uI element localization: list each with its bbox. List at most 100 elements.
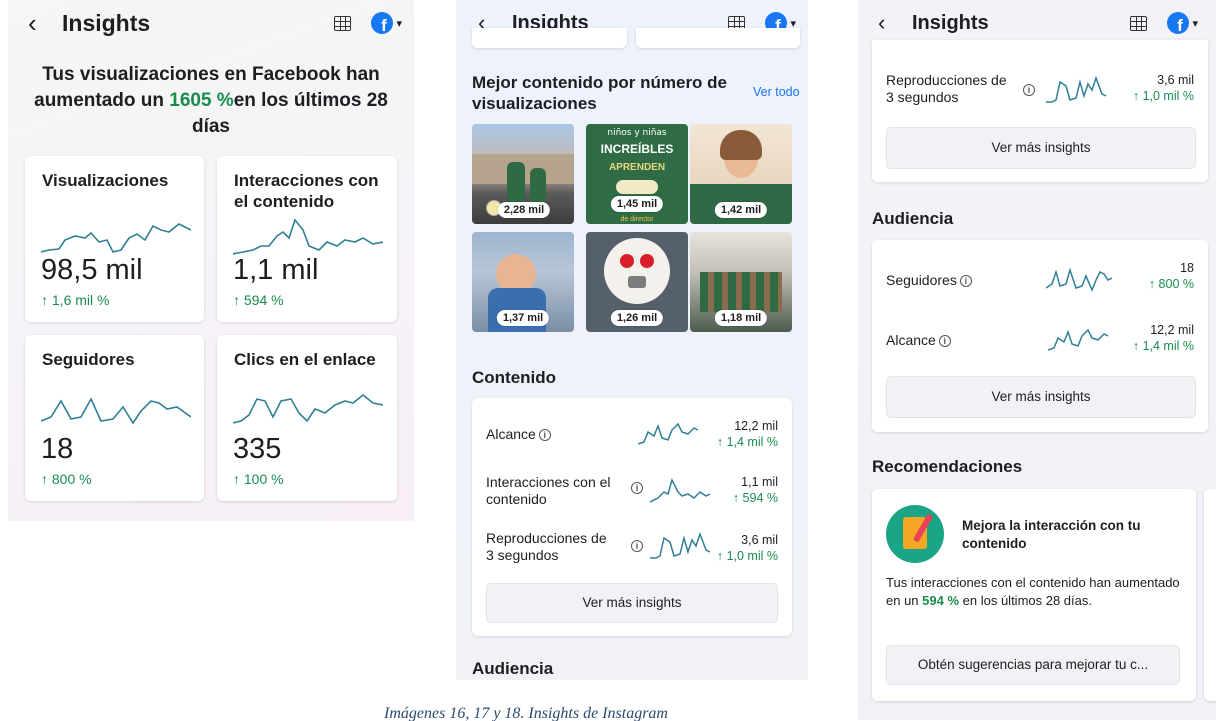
poster-text: INCREÍBLES (600, 142, 674, 156)
metric-title: Visualizaciones (42, 171, 169, 190)
recommendation-heading: Mejora la interacción con tu contenido (962, 518, 1141, 551)
row-change: ↑ 594 % (732, 491, 778, 505)
metric-title: Seguidores (42, 350, 135, 369)
link-clicks-sparkline (233, 393, 383, 424)
row-label: Alcance (886, 332, 936, 348)
recommendation-card[interactable]: Mejora la interacción con tu contenido T… (872, 489, 1196, 701)
metric-row-value: 12,2 mil ↑ 1,4 mil % (717, 418, 778, 450)
metric-row-followers[interactable]: Seguidores i (886, 272, 972, 289)
content-thumbnail[interactable]: 1,18 mil (690, 232, 792, 332)
account-switcher[interactable]: f ▾ (371, 12, 402, 34)
audience-section-title: Audiencia (472, 659, 554, 678)
metric-value: 18 (41, 433, 74, 465)
content-thumbnail[interactable]: niños y niñas INCREÍBLES APRENDEN 1,45 m… (586, 124, 688, 224)
row-change: ↑ 1,4 mil % (1132, 339, 1194, 353)
header-bar: ‹ Insights f ▾ (8, 0, 414, 46)
metric-row-value: 12,2 mil ↑ 1,4 mil % (1133, 322, 1194, 354)
metric-row-value: 18 ↑ 800 % (1149, 260, 1194, 292)
back-icon[interactable]: ‹ (28, 10, 52, 36)
metric-row-reach[interactable]: Alcance i (486, 426, 551, 443)
see-more-insights-button[interactable]: Ver más insights (486, 583, 778, 623)
row-value: 12,2 mil (1150, 323, 1194, 337)
row-change: ↑ 1,0 mil % (716, 549, 778, 563)
interactions-sparkline (233, 218, 383, 255)
metric-card-link-clicks[interactable]: Clics en el enlace 335 ↑ 100 % (217, 335, 397, 501)
metric-row-value: 3,6 mil ↑ 1,0 mil % (1133, 72, 1194, 104)
metric-title: Interacciones con el contenido (234, 171, 379, 211)
reach-sparkline (1048, 328, 1108, 351)
reach-sparkline (638, 422, 698, 445)
poster-text: APRENDEN (608, 162, 666, 173)
previous-card-edge (472, 28, 627, 48)
row-label: Alcance (486, 426, 536, 442)
followers-sparkline (41, 397, 191, 425)
content-metrics-card: Alcance i 12,2 mil ↑ 1,4 mil % Interaccion… (472, 398, 792, 636)
plays-sparkline (1046, 75, 1107, 103)
chevron-down-icon: ▾ (396, 17, 402, 30)
metric-row-3s-plays[interactable]: Reproducciones de 3 segundos (886, 72, 1016, 106)
account-switcher[interactable]: f ▾ (1167, 12, 1198, 34)
info-icon[interactable]: i (631, 482, 643, 494)
thumbnail-views-badge: 1,18 mil (714, 310, 768, 326)
views-sparkline (41, 223, 191, 253)
metric-card-views[interactable]: Visualizaciones 98,5 mil ↑ 1,6 mil % (25, 156, 204, 322)
facebook-icon: f (1167, 12, 1190, 34)
page-title: Insights (62, 9, 151, 36)
table-icon[interactable] (334, 15, 352, 31)
back-icon[interactable]: ‹ (878, 12, 902, 34)
next-recommendation-card-edge[interactable] (1204, 489, 1216, 701)
content-thumbnail[interactable]: 1,26 mil (586, 232, 688, 332)
audience-card: Seguidores i 18 ↑ 800 % Alcance i 12,2 mil ↑… (872, 240, 1208, 432)
metric-row-reach[interactable]: Alcance i (886, 332, 951, 349)
metric-change: ↑ 1,6 mil % (41, 292, 110, 308)
headline-percentage: 1605 % (169, 90, 234, 111)
previous-card-edge (636, 28, 800, 48)
row-label: Reproducciones de 3 segundos (486, 530, 607, 563)
page-title: Insights (912, 11, 989, 34)
insights-content-panel: ‹ Insights f ▾ Mejor contenido por númer… (456, 0, 808, 680)
content-thumbnail[interactable]: 1,42 mil (690, 124, 792, 224)
content-thumbnail[interactable]: 1,37 mil (472, 232, 574, 332)
interactions-sparkline (650, 477, 710, 503)
recommendations-section-title: Recomendaciones (872, 457, 1023, 476)
thumbnail-views-badge: 1,37 mil (496, 310, 550, 326)
see-more-insights-button[interactable]: Ver más insights (886, 376, 1196, 418)
see-more-insights-button[interactable]: Ver más insights (886, 127, 1196, 169)
best-content-title: Mejor contenido por número de visualizac… (472, 73, 728, 113)
metric-row-3s-plays[interactable]: Reproducciones de 3 segundos (486, 530, 616, 564)
followers-sparkline (1046, 267, 1112, 292)
thumbnail-views-badge: 1,26 mil (610, 310, 664, 326)
info-icon[interactable]: i (538, 429, 551, 441)
row-change: ↑ 1,0 mil % (1132, 89, 1194, 103)
poster-text: niños y niñas (607, 128, 667, 138)
body-percentage: 594 % (922, 593, 960, 608)
chevron-down-icon: ▾ (1192, 17, 1198, 30)
facebook-icon: f (371, 12, 394, 34)
row-value: 18 (1180, 261, 1194, 275)
plays-sparkline (650, 531, 710, 559)
get-suggestions-button[interactable]: Obtén sugerencias para mejorar tu c... (886, 645, 1180, 685)
info-icon[interactable]: i (959, 275, 972, 287)
content-metrics-card-continued: Reproducciones de 3 segundos i 3,6 mil ↑ … (872, 40, 1208, 182)
thumbnail-views-badge: 1,45 mil (610, 196, 664, 212)
row-label: Reproducciones de 3 segundos (886, 72, 1007, 105)
row-change: ↑ 1,4 mil % (716, 435, 778, 449)
metric-change: ↑ 100 % (233, 471, 284, 487)
metric-value: 335 (233, 433, 282, 465)
metric-card-followers[interactable]: Seguidores 18 ↑ 800 % (25, 335, 204, 501)
row-value: 3,6 mil (741, 533, 778, 547)
row-value: 1,1 mil (741, 475, 778, 489)
insights-overview-panel: ‹ Insights f ▾ Tus visualizaciones en Fa… (8, 0, 414, 521)
table-icon[interactable] (1130, 15, 1148, 31)
info-icon[interactable]: i (938, 335, 951, 347)
metric-card-interactions[interactable]: Interacciones con el contenido 1,1 mil ↑… (217, 156, 397, 322)
notebook-pen-icon (886, 505, 944, 563)
info-icon[interactable]: i (631, 540, 643, 552)
see-all-link[interactable]: Ver todo (753, 85, 800, 99)
content-thumbnail[interactable]: 2,28 mil (472, 124, 574, 224)
metric-row-interactions[interactable]: Interacciones con el contenido (486, 474, 616, 508)
metric-title: Clics en el enlace (234, 350, 376, 369)
metric-row-value: 1,1 mil ↑ 594 % (733, 474, 778, 506)
audience-section-title: Audiencia (872, 209, 954, 228)
info-icon[interactable]: i (1023, 84, 1035, 96)
